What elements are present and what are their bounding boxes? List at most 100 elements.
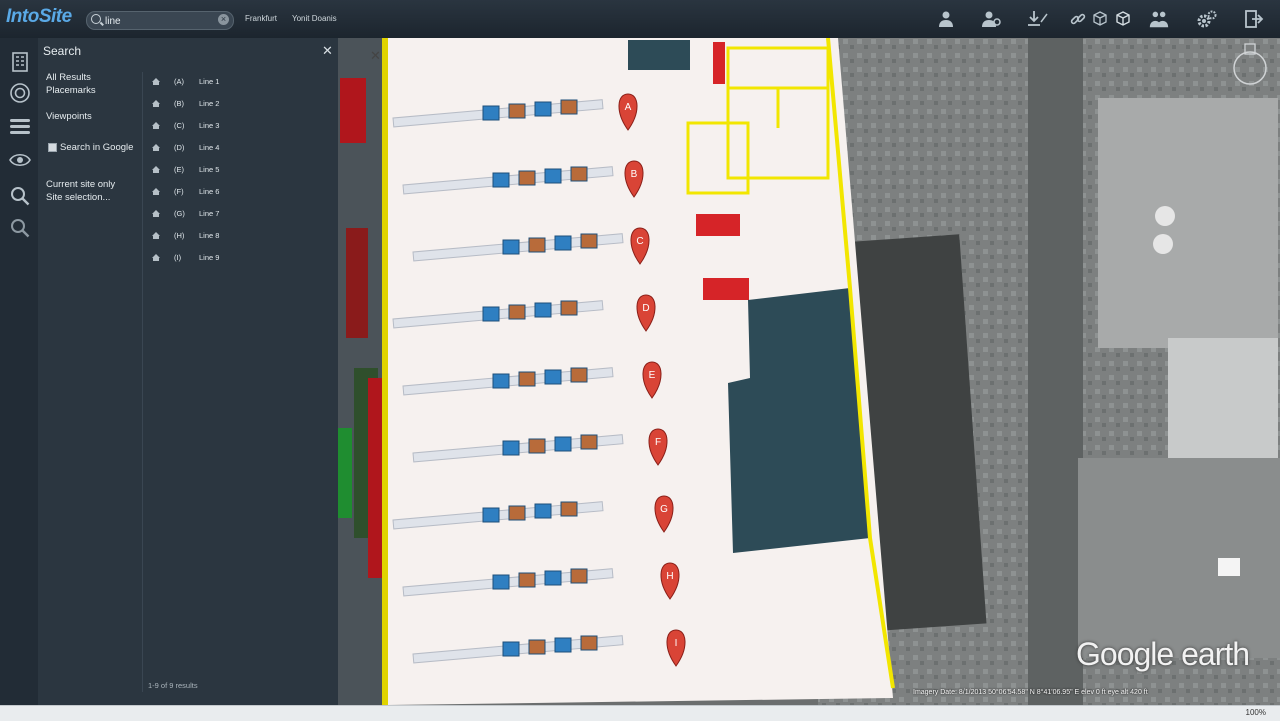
- equipment-icon[interactable]: [570, 367, 588, 383]
- equipment-icon[interactable]: [518, 371, 536, 387]
- target-icon[interactable]: [9, 82, 31, 104]
- panel-divider: [142, 72, 143, 692]
- equipment-icon[interactable]: [492, 172, 510, 188]
- equipment-icon[interactable]: [534, 302, 552, 318]
- equipment-icon[interactable]: [482, 105, 500, 121]
- equipment-icon[interactable]: [544, 168, 562, 184]
- result-name[interactable]: Line 7: [199, 209, 219, 218]
- result-row[interactable]: (E) Line 5: [150, 164, 322, 184]
- equipment-icon[interactable]: [508, 505, 526, 521]
- imagery-info: Imagery Date: 8/1/2013 50°06'54.58" N 8°…: [913, 689, 1148, 696]
- result-letter: (B): [174, 99, 184, 108]
- equipment-icon[interactable]: [570, 166, 588, 182]
- eye-icon[interactable]: [9, 152, 31, 174]
- breadcrumb-location[interactable]: Yonit Doanis: [292, 14, 337, 23]
- category-viewpoints[interactable]: Viewpoints: [46, 111, 92, 122]
- equipment-icon[interactable]: [554, 637, 572, 653]
- close-icon[interactable]: ✕: [322, 43, 333, 59]
- placemark-label: A: [625, 102, 632, 113]
- search-icon[interactable]: [9, 186, 31, 208]
- user-icon[interactable]: [935, 8, 957, 30]
- exit-icon[interactable]: [1243, 8, 1265, 30]
- result-letter: (G): [174, 209, 185, 218]
- result-row[interactable]: (I) Line 9: [150, 252, 322, 272]
- equipment-icon[interactable]: [534, 101, 552, 117]
- breadcrumb-site[interactable]: Frankfurt: [245, 14, 277, 23]
- search-in-google-checkbox[interactable]: Search in Google: [48, 142, 133, 153]
- equipment-icon[interactable]: [502, 440, 520, 456]
- equipment-icon[interactable]: [508, 304, 526, 320]
- clear-search-icon[interactable]: ×: [218, 14, 229, 25]
- cube-icon[interactable]: [1112, 8, 1134, 30]
- map-view[interactable]: A B C D E F G H I Google earth Imagery Date: 8/1…: [338, 38, 1280, 705]
- equipment-icon[interactable]: [482, 507, 500, 523]
- equipment-icon[interactable]: [560, 99, 578, 115]
- equipment-icon[interactable]: [502, 641, 520, 657]
- result-name[interactable]: Line 1: [199, 77, 219, 86]
- result-row[interactable]: (D) Line 4: [150, 142, 322, 162]
- result-row[interactable]: (H) Line 8: [150, 230, 322, 250]
- equipment-icon[interactable]: [580, 434, 598, 450]
- category-all-results[interactable]: All Results: [46, 72, 91, 83]
- result-name[interactable]: Line 6: [199, 187, 219, 196]
- result-row[interactable]: (B) Line 2: [150, 98, 322, 118]
- equipment-icon[interactable]: [518, 572, 536, 588]
- search-input[interactable]: [103, 13, 217, 29]
- equipment-icon[interactable]: [518, 170, 536, 186]
- room-block: [713, 42, 725, 84]
- building-block: [346, 228, 368, 338]
- checkbox-box[interactable]: [48, 143, 57, 152]
- equipment-icon[interactable]: [580, 233, 598, 249]
- result-row[interactable]: (G) Line 7: [150, 208, 322, 228]
- result-name[interactable]: Line 2: [199, 99, 219, 108]
- result-name[interactable]: Line 4: [199, 143, 219, 152]
- close-overlay-icon[interactable]: ✕: [370, 48, 381, 64]
- status-bar: 100%: [0, 705, 1280, 721]
- search-icon[interactable]: [9, 218, 31, 240]
- building-icon[interactable]: [9, 50, 31, 72]
- home-icon: [152, 144, 160, 151]
- result-name[interactable]: Line 3: [199, 121, 219, 130]
- zoom-level[interactable]: 100%: [1246, 708, 1266, 717]
- result-row[interactable]: (A) Line 1: [150, 76, 322, 96]
- result-name[interactable]: Line 9: [199, 253, 219, 262]
- result-letter: (I): [174, 253, 182, 262]
- home-icon: [152, 232, 160, 239]
- result-name[interactable]: Line 8: [199, 231, 219, 240]
- equipment-icon[interactable]: [560, 501, 578, 517]
- equipment-icon[interactable]: [544, 570, 562, 586]
- equipment-icon[interactable]: [534, 503, 552, 519]
- equipment-icon[interactable]: [528, 639, 546, 655]
- room-block: [703, 278, 749, 300]
- equipment-icon[interactable]: [508, 103, 526, 119]
- equipment-icon[interactable]: [554, 436, 572, 452]
- equipment-icon[interactable]: [580, 635, 598, 651]
- user-settings-icon[interactable]: [980, 8, 1002, 30]
- placemark-label: G: [660, 504, 668, 515]
- category-placemarks[interactable]: Placemarks: [46, 85, 96, 96]
- equipment-icon[interactable]: [492, 373, 510, 389]
- equipment-icon[interactable]: [492, 574, 510, 590]
- scope-site-selection[interactable]: Site selection...: [46, 192, 110, 203]
- download-icon[interactable]: [1027, 8, 1049, 30]
- equipment-icon[interactable]: [528, 237, 546, 253]
- result-name[interactable]: Line 5: [199, 165, 219, 174]
- scope-current-site[interactable]: Current site only: [46, 179, 115, 190]
- equipment-icon[interactable]: [502, 239, 520, 255]
- equipment-icon[interactable]: [570, 568, 588, 584]
- result-row[interactable]: (C) Line 3: [150, 120, 322, 140]
- equipment-icon[interactable]: [528, 438, 546, 454]
- layers-icon[interactable]: [9, 118, 31, 140]
- people-icon[interactable]: [1148, 8, 1170, 30]
- link-icon[interactable]: [1067, 8, 1089, 30]
- equipment-icon[interactable]: [560, 300, 578, 316]
- home-icon: [152, 210, 160, 217]
- cube-outline-icon[interactable]: [1089, 8, 1111, 30]
- map-canvas[interactable]: A B C D E F G H I: [338, 38, 1280, 705]
- result-row[interactable]: (F) Line 6: [150, 186, 322, 206]
- gear-icon[interactable]: [1196, 8, 1218, 30]
- equipment-icon[interactable]: [544, 369, 562, 385]
- search-box[interactable]: ×: [86, 11, 234, 30]
- equipment-icon[interactable]: [554, 235, 572, 251]
- equipment-icon[interactable]: [482, 306, 500, 322]
